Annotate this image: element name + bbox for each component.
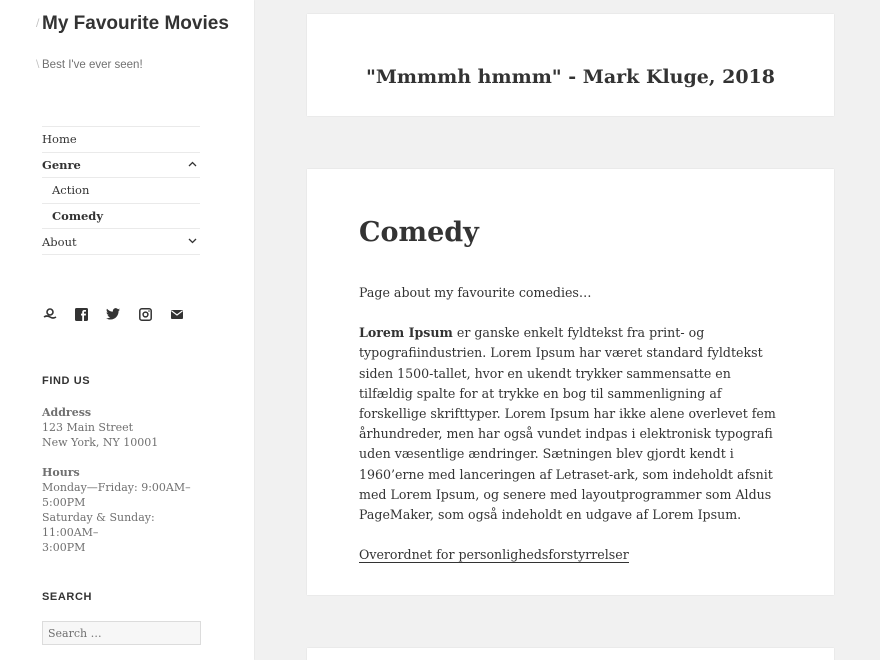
hours-line: 5:00PM [42,496,86,509]
nav-item-action[interactable]: Action [42,178,200,204]
chevron-up-icon[interactable] [184,160,200,170]
site-title-link[interactable]: My Favourite Movies [42,14,242,34]
hours-line: Saturday & Sunday: 11:00AM– [42,511,155,539]
decorative-mark: \ [36,59,40,70]
page-title: Comedy [359,217,479,248]
page-article: Comedy Page about my favourite comedies…… [307,169,834,595]
chevron-down-icon[interactable] [184,237,200,247]
address-block: Address 123 Main Street New York, NY 100… [42,405,207,450]
find-us-heading: FIND US [42,375,91,387]
hours-block: Hours Monday—Friday: 9:00AM– 5:00PM Satu… [42,465,207,555]
search-heading: SEARCH [42,591,93,603]
twitter-icon[interactable] [105,306,121,322]
lorem-paragraph: Lorem Ipsum er ganske enkelt fyldtekst f… [359,323,779,525]
next-article-card [307,648,834,660]
nav-item-comedy[interactable]: Comedy [42,204,200,230]
email-icon[interactable] [169,306,185,322]
nav-item-label: Action [52,183,90,198]
link-paragraph: Overordnet for personlighedsforstyrrelse… [359,545,779,565]
quote-text: "Mmmmh hmmm" - Mark Kluge, 2018 [366,66,775,88]
nav-item-label: About [42,234,77,249]
facebook-icon[interactable] [74,306,90,322]
address-line: 123 Main Street [42,421,134,434]
social-links [42,306,200,322]
nav-item-home[interactable]: Home [42,127,200,153]
search-input[interactable] [42,621,201,645]
main-navigation: Home Genre Action Comedy About [42,126,200,255]
lorem-bold-text: Lorem Ipsum [359,325,453,341]
quote-card: "Mmmmh hmmm" - Mark Kluge, 2018 [307,14,834,116]
address-label: Address [42,406,92,419]
nav-item-label: Genre [42,157,81,172]
intro-paragraph: Page about my favourite comedies… [359,285,592,300]
sidebar: / My Favourite Movies \ Best I've ever s… [0,0,254,660]
nav-item-about[interactable]: About [42,229,200,255]
hours-line: 3:00PM [42,541,86,554]
nav-item-label: Home [42,132,77,147]
wordpress-icon[interactable] [42,306,58,322]
decorative-mark: / [36,18,40,29]
hours-label: Hours [42,466,80,479]
site-description: Best I've ever seen! [42,59,143,71]
nav-item-label: Comedy [52,209,104,224]
hours-line: Monday—Friday: 9:00AM– [42,481,191,494]
lorem-text: er ganske enkelt fyldtekst fra print- og… [359,325,776,523]
child-page-link[interactable]: Overordnet for personlighedsforstyrrelse… [359,547,629,564]
nav-item-genre[interactable]: Genre [42,153,200,179]
instagram-icon[interactable] [137,306,153,322]
page-content: Page about my favourite comedies… Lorem … [359,283,779,585]
address-line: New York, NY 10001 [42,436,159,449]
